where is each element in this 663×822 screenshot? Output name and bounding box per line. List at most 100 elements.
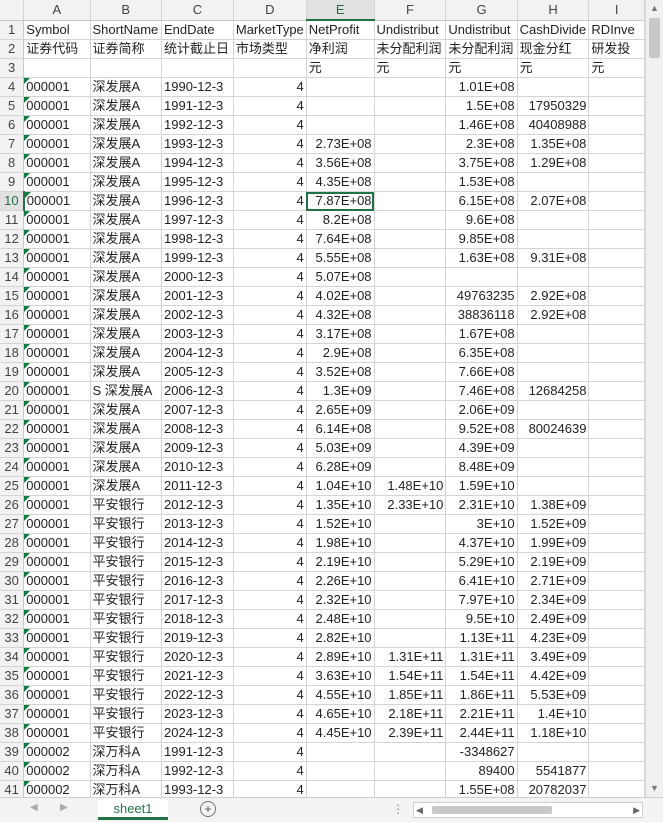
cell-C35[interactable]: 2021-12-3 <box>161 666 234 686</box>
cell-E37[interactable]: 4.65E+10 <box>306 704 375 724</box>
cell-E12[interactable]: 7.64E+08 <box>306 229 375 249</box>
cell-C23[interactable]: 2009-12-3 <box>161 438 234 458</box>
cell-G16[interactable]: 38836118 <box>445 305 518 325</box>
cell-H24[interactable] <box>517 457 590 477</box>
cell-D31[interactable]: 4 <box>233 590 307 610</box>
cell-I1[interactable]: RDInve <box>588 20 645 40</box>
cell-B1[interactable]: ShortName <box>90 20 163 40</box>
row-header[interactable]: 22 <box>0 419 25 439</box>
cell-C18[interactable]: 2004-12-3 <box>161 343 234 363</box>
cell-I10[interactable] <box>588 191 645 211</box>
cell-D37[interactable]: 4 <box>233 704 307 724</box>
cell-F28[interactable] <box>374 533 447 553</box>
cell-H18[interactable] <box>517 343 590 363</box>
cell-E34[interactable]: 2.89E+10 <box>306 647 375 667</box>
cell-E39[interactable] <box>306 742 375 762</box>
row-header[interactable]: 17 <box>0 324 25 344</box>
cell-B4[interactable]: 深发展A <box>90 77 163 97</box>
cell-G37[interactable]: 2.21E+11 <box>445 704 518 724</box>
cell-G40[interactable]: 89400 <box>445 761 518 781</box>
cell-A5[interactable]: 000001 <box>23 96 91 116</box>
cell-E7[interactable]: 2.73E+08 <box>306 134 375 154</box>
cell-E26[interactable]: 1.35E+10 <box>306 495 375 515</box>
cell-D6[interactable]: 4 <box>233 115 307 135</box>
cell-B41[interactable]: 深万科A <box>90 780 163 797</box>
cell-C33[interactable]: 2019-12-3 <box>161 628 234 648</box>
cell-F17[interactable] <box>374 324 447 344</box>
cell-D10[interactable]: 4 <box>233 191 307 211</box>
cell-E17[interactable]: 3.17E+08 <box>306 324 375 344</box>
cell-F35[interactable]: 1.54E+11 <box>374 666 447 686</box>
cell-G3[interactable]: 元 <box>445 58 518 78</box>
cell-G32[interactable]: 9.5E+10 <box>445 609 518 629</box>
row-header[interactable]: 9 <box>0 172 25 192</box>
cell-G33[interactable]: 1.13E+11 <box>445 628 518 648</box>
cell-A36[interactable]: 000001 <box>23 685 91 705</box>
cell-C25[interactable]: 2011-12-3 <box>161 476 234 496</box>
row-header[interactable]: 21 <box>0 400 25 420</box>
cell-C13[interactable]: 1999-12-3 <box>161 248 234 268</box>
cell-A12[interactable]: 000001 <box>23 229 91 249</box>
cell-A40[interactable]: 000002 <box>23 761 91 781</box>
cell-D34[interactable]: 4 <box>233 647 307 667</box>
cell-E41[interactable] <box>306 780 375 797</box>
cell-F2[interactable]: 未分配利润 <box>374 39 447 59</box>
cell-G5[interactable]: 1.5E+08 <box>445 96 518 116</box>
cell-C21[interactable]: 2007-12-3 <box>161 400 234 420</box>
cell-D17[interactable]: 4 <box>233 324 307 344</box>
cell-I7[interactable] <box>588 134 645 154</box>
column-header[interactable]: I <box>588 0 645 21</box>
row-header[interactable]: 4 <box>0 77 25 97</box>
cell-D41[interactable]: 4 <box>233 780 307 797</box>
cell-F6[interactable] <box>374 115 447 135</box>
cell-H1[interactable]: CashDivide <box>517 20 590 40</box>
cell-F31[interactable] <box>374 590 447 610</box>
cell-F33[interactable] <box>374 628 447 648</box>
cell-G17[interactable]: 1.67E+08 <box>445 324 518 344</box>
cell-H31[interactable]: 2.34E+09 <box>517 590 590 610</box>
cell-A16[interactable]: 000001 <box>23 305 91 325</box>
row-header[interactable]: 23 <box>0 438 25 458</box>
cell-G31[interactable]: 7.97E+10 <box>445 590 518 610</box>
cell-D4[interactable]: 4 <box>233 77 307 97</box>
cell-G10[interactable]: 6.15E+08 <box>445 191 518 211</box>
cell-C31[interactable]: 2017-12-3 <box>161 590 234 610</box>
cell-I5[interactable] <box>588 96 645 116</box>
cell-B6[interactable]: 深发展A <box>90 115 163 135</box>
cell-I9[interactable] <box>588 172 645 192</box>
cell-D8[interactable]: 4 <box>233 153 307 173</box>
cell-B27[interactable]: 平安银行 <box>90 514 163 534</box>
cell-I26[interactable] <box>588 495 645 515</box>
cell-D35[interactable]: 4 <box>233 666 307 686</box>
horizontal-scrollbar[interactable]: ◀ ▶ <box>413 802 643 818</box>
cell-H13[interactable]: 9.31E+08 <box>517 248 590 268</box>
cell-A1[interactable]: Symbol <box>23 20 91 40</box>
cell-D25[interactable]: 4 <box>233 476 307 496</box>
cell-I41[interactable] <box>588 780 645 797</box>
cell-C6[interactable]: 1992-12-3 <box>161 115 234 135</box>
cell-F11[interactable] <box>374 210 447 230</box>
row-header[interactable]: 39 <box>0 742 25 762</box>
cell-I15[interactable] <box>588 286 645 306</box>
cell-I29[interactable] <box>588 552 645 572</box>
cell-G39[interactable]: -3348627 <box>445 742 518 762</box>
cell-I24[interactable] <box>588 457 645 477</box>
row-header[interactable]: 26 <box>0 495 25 515</box>
cell-H25[interactable] <box>517 476 590 496</box>
cell-D11[interactable]: 4 <box>233 210 307 230</box>
cell-E20[interactable]: 1.3E+09 <box>306 381 375 401</box>
cell-H37[interactable]: 1.4E+10 <box>517 704 590 724</box>
cell-F10[interactable] <box>374 191 447 211</box>
cell-C15[interactable]: 2001-12-3 <box>161 286 234 306</box>
cell-E9[interactable]: 4.35E+08 <box>306 172 375 192</box>
cell-G23[interactable]: 4.39E+09 <box>445 438 518 458</box>
cell-H16[interactable]: 2.92E+08 <box>517 305 590 325</box>
row-header[interactable]: 31 <box>0 590 25 610</box>
cell-I39[interactable] <box>588 742 645 762</box>
cell-F40[interactable] <box>374 761 447 781</box>
row-header[interactable]: 33 <box>0 628 25 648</box>
cell-C27[interactable]: 2013-12-3 <box>161 514 234 534</box>
cell-F8[interactable] <box>374 153 447 173</box>
cell-A3[interactable] <box>23 58 91 78</box>
cell-B15[interactable]: 深发展A <box>90 286 163 306</box>
